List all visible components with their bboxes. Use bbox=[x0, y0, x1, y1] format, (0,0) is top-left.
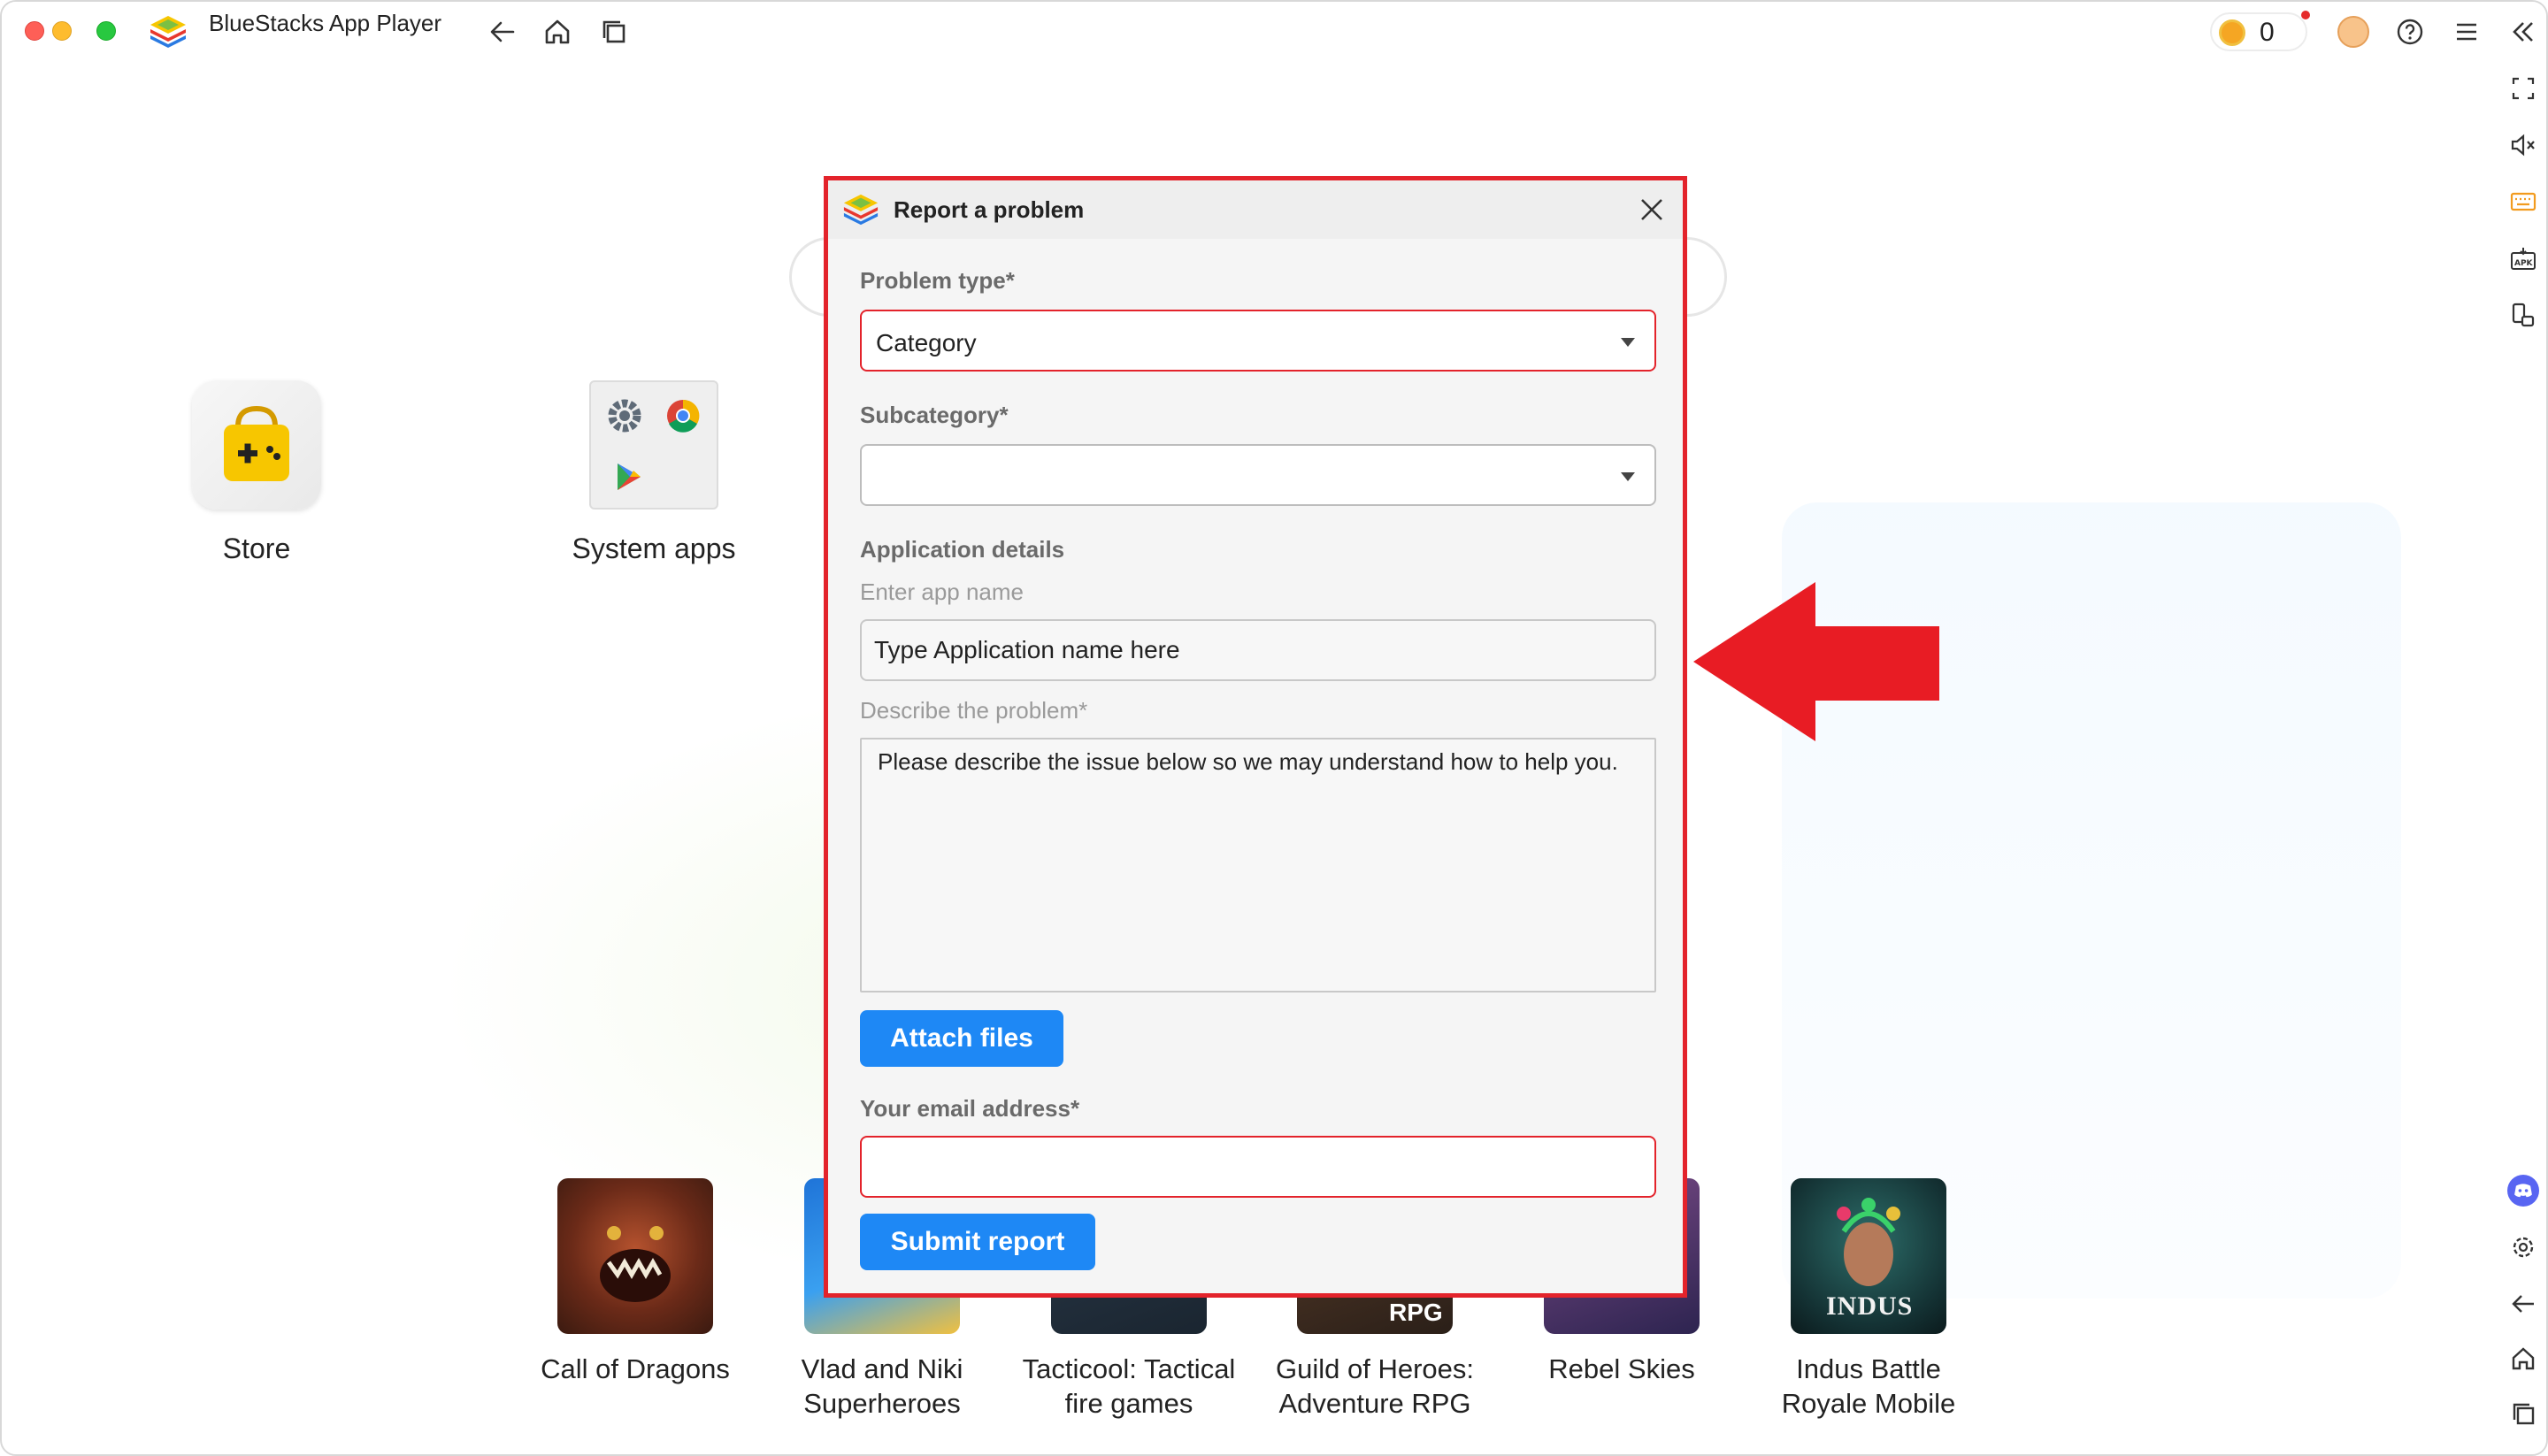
store-label: Store bbox=[222, 533, 291, 564]
submit-report-button[interactable]: Submit report bbox=[860, 1214, 1095, 1270]
keyboard-icon[interactable] bbox=[2507, 186, 2539, 218]
sidebar-home-icon[interactable] bbox=[2507, 1343, 2539, 1375]
game-title: Indus Battle Royale Mobile bbox=[1781, 1353, 1956, 1419]
problem-type-select[interactable]: Category bbox=[860, 310, 1656, 372]
app-name-label: Enter app name bbox=[860, 579, 1025, 605]
describe-problem-textarea[interactable]: Please describe the issue below so we ma… bbox=[860, 738, 1656, 992]
email-field[interactable] bbox=[860, 1136, 1656, 1198]
attach-files-button[interactable]: Attach files bbox=[860, 1010, 1063, 1067]
sidebar-back-icon[interactable] bbox=[2507, 1288, 2539, 1320]
system-apps-icon bbox=[589, 380, 718, 510]
system-apps-folder[interactable]: System apps bbox=[521, 380, 787, 565]
maximize-window-button[interactable] bbox=[96, 21, 116, 41]
menu-icon[interactable] bbox=[2451, 16, 2483, 48]
problem-type-label: Problem type* bbox=[860, 267, 1015, 294]
subcategory-select[interactable] bbox=[860, 444, 1656, 506]
game-cover-image: INDUS bbox=[1791, 1178, 1946, 1334]
discord-icon[interactable] bbox=[2507, 1175, 2539, 1207]
rotate-screen-icon[interactable] bbox=[2507, 299, 2539, 331]
game-title: Guild of Heroes: Adventure RPG bbox=[1276, 1353, 1474, 1419]
right-sidebar: APK bbox=[2497, 60, 2546, 1454]
dialog-header: Report a problem bbox=[828, 180, 1683, 239]
game-call-of-dragons[interactable]: Call of Dragons bbox=[520, 1178, 750, 1386]
notification-dot bbox=[2301, 11, 2310, 19]
annotation-arrow-icon bbox=[1693, 582, 1939, 741]
title-bar: BlueStacks App Player 0 bbox=[2, 2, 2546, 60]
problem-type-value: Category bbox=[876, 329, 977, 356]
store-icon bbox=[192, 380, 321, 510]
game-title: Call of Dragons bbox=[541, 1353, 730, 1384]
bluestacks-logo-icon bbox=[843, 194, 879, 226]
dialog-title: Report a problem bbox=[894, 196, 1085, 223]
bluestacks-logo-icon bbox=[150, 16, 186, 48]
help-icon[interactable] bbox=[2394, 16, 2426, 48]
collapse-sidebar-icon[interactable] bbox=[2507, 16, 2539, 48]
sidebar-recent-apps-icon[interactable] bbox=[2507, 1398, 2539, 1429]
chevron-down-icon bbox=[1621, 338, 1635, 347]
install-apk-icon[interactable]: APK bbox=[2507, 242, 2539, 274]
game-badge: INDUS bbox=[1826, 1291, 1914, 1321]
app-window: BlueStacks App Player 0 Store System app… bbox=[0, 0, 2548, 1456]
coin-count: 0 bbox=[2260, 18, 2275, 47]
app-title: BlueStacks App Player bbox=[209, 10, 442, 36]
game-indus-battle-royale[interactable]: INDUS Indus Battle Royale Mobile bbox=[1754, 1178, 1984, 1421]
fullscreen-icon[interactable] bbox=[2507, 73, 2539, 104]
home-icon[interactable] bbox=[541, 16, 573, 48]
settings-gear-icon[interactable] bbox=[2507, 1231, 2539, 1263]
mute-icon[interactable] bbox=[2507, 129, 2539, 161]
game-title: Vlad and Niki Superheroes bbox=[801, 1353, 963, 1419]
report-problem-dialog: Report a problem Problem type* Category … bbox=[824, 176, 1687, 1298]
chevron-down-icon bbox=[1621, 472, 1635, 481]
application-details-label: Application details bbox=[860, 536, 1065, 563]
game-badge: RPG bbox=[1389, 1299, 1443, 1326]
close-window-button[interactable] bbox=[25, 21, 44, 41]
system-apps-label: System apps bbox=[572, 533, 736, 564]
game-title: Tacticool: Tactical fire games bbox=[1022, 1353, 1236, 1419]
email-label: Your email address* bbox=[860, 1095, 1080, 1122]
store-app[interactable]: Store bbox=[124, 380, 389, 565]
describe-problem-label: Describe the problem* bbox=[860, 697, 1088, 724]
app-name-input[interactable] bbox=[860, 619, 1656, 681]
coin-balance[interactable]: 0 bbox=[2210, 12, 2307, 51]
game-cover-image bbox=[557, 1178, 713, 1334]
minimize-window-button[interactable] bbox=[52, 21, 72, 41]
close-icon[interactable] bbox=[1635, 193, 1669, 226]
coin-icon bbox=[2219, 19, 2245, 46]
svg-text:APK: APK bbox=[2514, 259, 2534, 268]
recent-apps-icon[interactable] bbox=[598, 16, 630, 48]
subcategory-label: Subcategory* bbox=[860, 402, 1009, 428]
back-arrow-icon[interactable] bbox=[487, 16, 518, 48]
game-title: Rebel Skies bbox=[1548, 1353, 1695, 1384]
avatar[interactable] bbox=[2337, 16, 2369, 48]
